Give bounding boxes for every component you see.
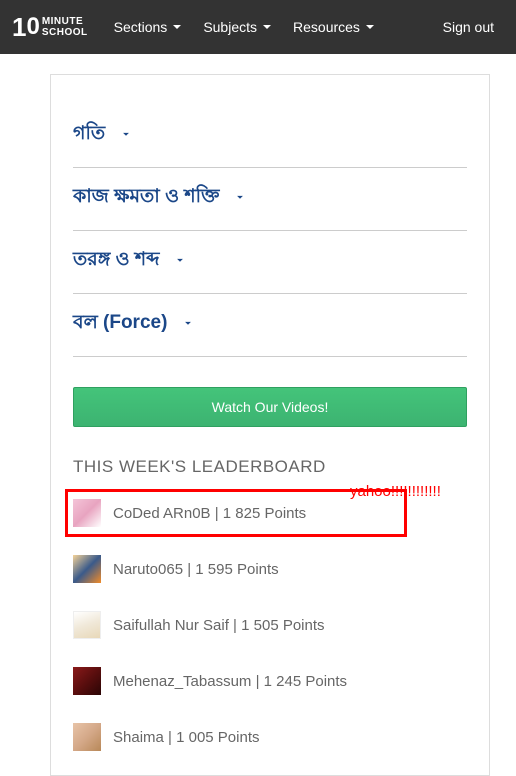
leaderboard: CoDed ARn0B | 1 825 Points Naruto065 | 1…: [73, 485, 467, 765]
topic-item[interactable]: বল (Force): [73, 294, 467, 357]
avatar: [73, 555, 101, 583]
player-text: Saifullah Nur Saif | 1 505 Points: [113, 617, 325, 634]
nav-sections[interactable]: Sections: [114, 19, 182, 35]
leaderboard-row: Shaima | 1 005 Points: [73, 709, 467, 765]
topic-item[interactable]: কাজ ক্ষমতা ও শক্তি: [73, 168, 467, 231]
player-text: Naruto065 | 1 595 Points: [113, 561, 279, 578]
logo[interactable]: 10 MINUTE SCHOOL: [12, 12, 88, 43]
avatar: [73, 499, 101, 527]
annotation-text: yahoo!!!!!!!!!!!!: [350, 483, 441, 500]
topic-title: কাজ ক্ষমতা ও শক্তি: [73, 182, 219, 214]
chevron-down-icon: [173, 253, 187, 270]
caret-down-icon: [173, 25, 181, 29]
topic-title: তরঙ্গ ও শব্দ: [73, 245, 159, 277]
watch-videos-button[interactable]: Watch Our Videos!: [73, 387, 467, 427]
nav-resources[interactable]: Resources: [293, 19, 374, 35]
avatar: [73, 667, 101, 695]
header: 10 MINUTE SCHOOL Sections Subjects Resou…: [0, 0, 516, 54]
chevron-down-icon: [233, 190, 247, 207]
topic-item[interactable]: গতি: [73, 105, 467, 168]
leaderboard-title: THIS WEEK'S LEADERBOARD: [73, 457, 467, 477]
chevron-down-icon: [119, 127, 133, 144]
logo-icon: 10: [12, 12, 40, 43]
nav-label: Subjects: [203, 19, 257, 35]
leaderboard-row: Mehenaz_Tabassum | 1 245 Points: [73, 653, 467, 709]
signout-link[interactable]: Sign out: [443, 19, 494, 35]
nav: Sections Subjects Resources: [114, 19, 435, 35]
leaderboard-row: Saifullah Nur Saif | 1 505 Points: [73, 597, 467, 653]
nav-subjects[interactable]: Subjects: [203, 19, 271, 35]
leaderboard-row: Naruto065 | 1 595 Points: [73, 541, 467, 597]
topic-title: বল (Force): [73, 308, 167, 340]
chevron-down-icon: [181, 316, 195, 333]
content: গতি কাজ ক্ষমতা ও শক্তি তরঙ্গ ও শব্দ বল (…: [0, 54, 516, 776]
avatar: [73, 611, 101, 639]
avatar: [73, 723, 101, 751]
player-text: Mehenaz_Tabassum | 1 245 Points: [113, 673, 347, 690]
nav-label: Sections: [114, 19, 168, 35]
topic-item[interactable]: তরঙ্গ ও শব্দ: [73, 231, 467, 294]
nav-label: Resources: [293, 19, 360, 35]
caret-down-icon: [263, 25, 271, 29]
main-card: গতি কাজ ক্ষমতা ও শক্তি তরঙ্গ ও শব্দ বল (…: [50, 74, 490, 776]
topic-title: গতি: [73, 119, 105, 151]
logo-text: MINUTE SCHOOL: [42, 16, 88, 38]
player-text: CoDed ARn0B | 1 825 Points: [113, 505, 306, 522]
caret-down-icon: [366, 25, 374, 29]
player-text: Shaima | 1 005 Points: [113, 729, 259, 746]
